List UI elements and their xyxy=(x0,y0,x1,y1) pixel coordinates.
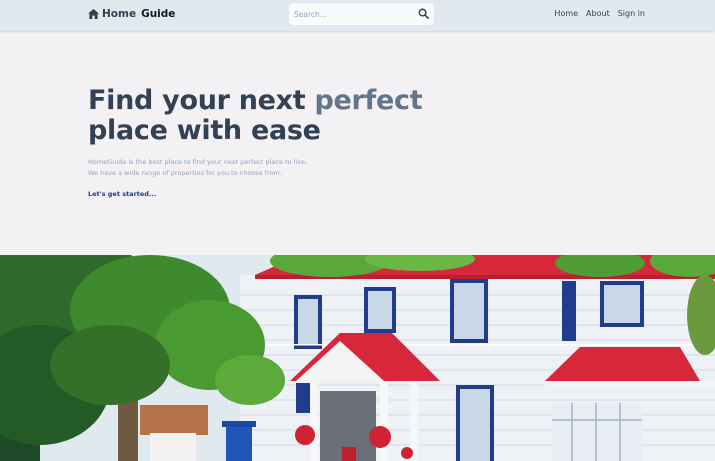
nav-link-home[interactable]: Home xyxy=(554,9,578,18)
house-photo xyxy=(0,255,715,461)
search-input[interactable] xyxy=(294,9,409,19)
nav-link-sign-in[interactable]: Sign in xyxy=(618,9,645,18)
house-illustration xyxy=(0,255,715,461)
brand-second: Guide xyxy=(141,8,176,20)
hero-description-line1: HomeGuide is the best place to find your… xyxy=(88,158,308,166)
brand-logo[interactable]: Home Guide xyxy=(88,8,175,20)
hero-description-line2: We have a wide range of properties for y… xyxy=(88,169,282,177)
navbar: Home Guide Home About Sign in xyxy=(0,0,715,31)
nav-links: Home About Sign in xyxy=(554,9,645,18)
hero-title-part1: Find your next xyxy=(88,85,315,116)
hero-title: Find your next perfect place with ease xyxy=(88,86,448,146)
hero-title-accent: perfect xyxy=(314,85,423,116)
hero-description: HomeGuide is the best place to find your… xyxy=(88,157,348,179)
search-icon[interactable] xyxy=(418,8,429,19)
search-bar xyxy=(289,3,434,25)
hero-title-part2: place with ease xyxy=(88,115,321,146)
brand-first: Home xyxy=(102,8,137,20)
home-icon xyxy=(88,9,99,19)
get-started-link[interactable]: Let's get started... xyxy=(88,190,156,198)
nav-link-about[interactable]: About xyxy=(586,9,610,18)
